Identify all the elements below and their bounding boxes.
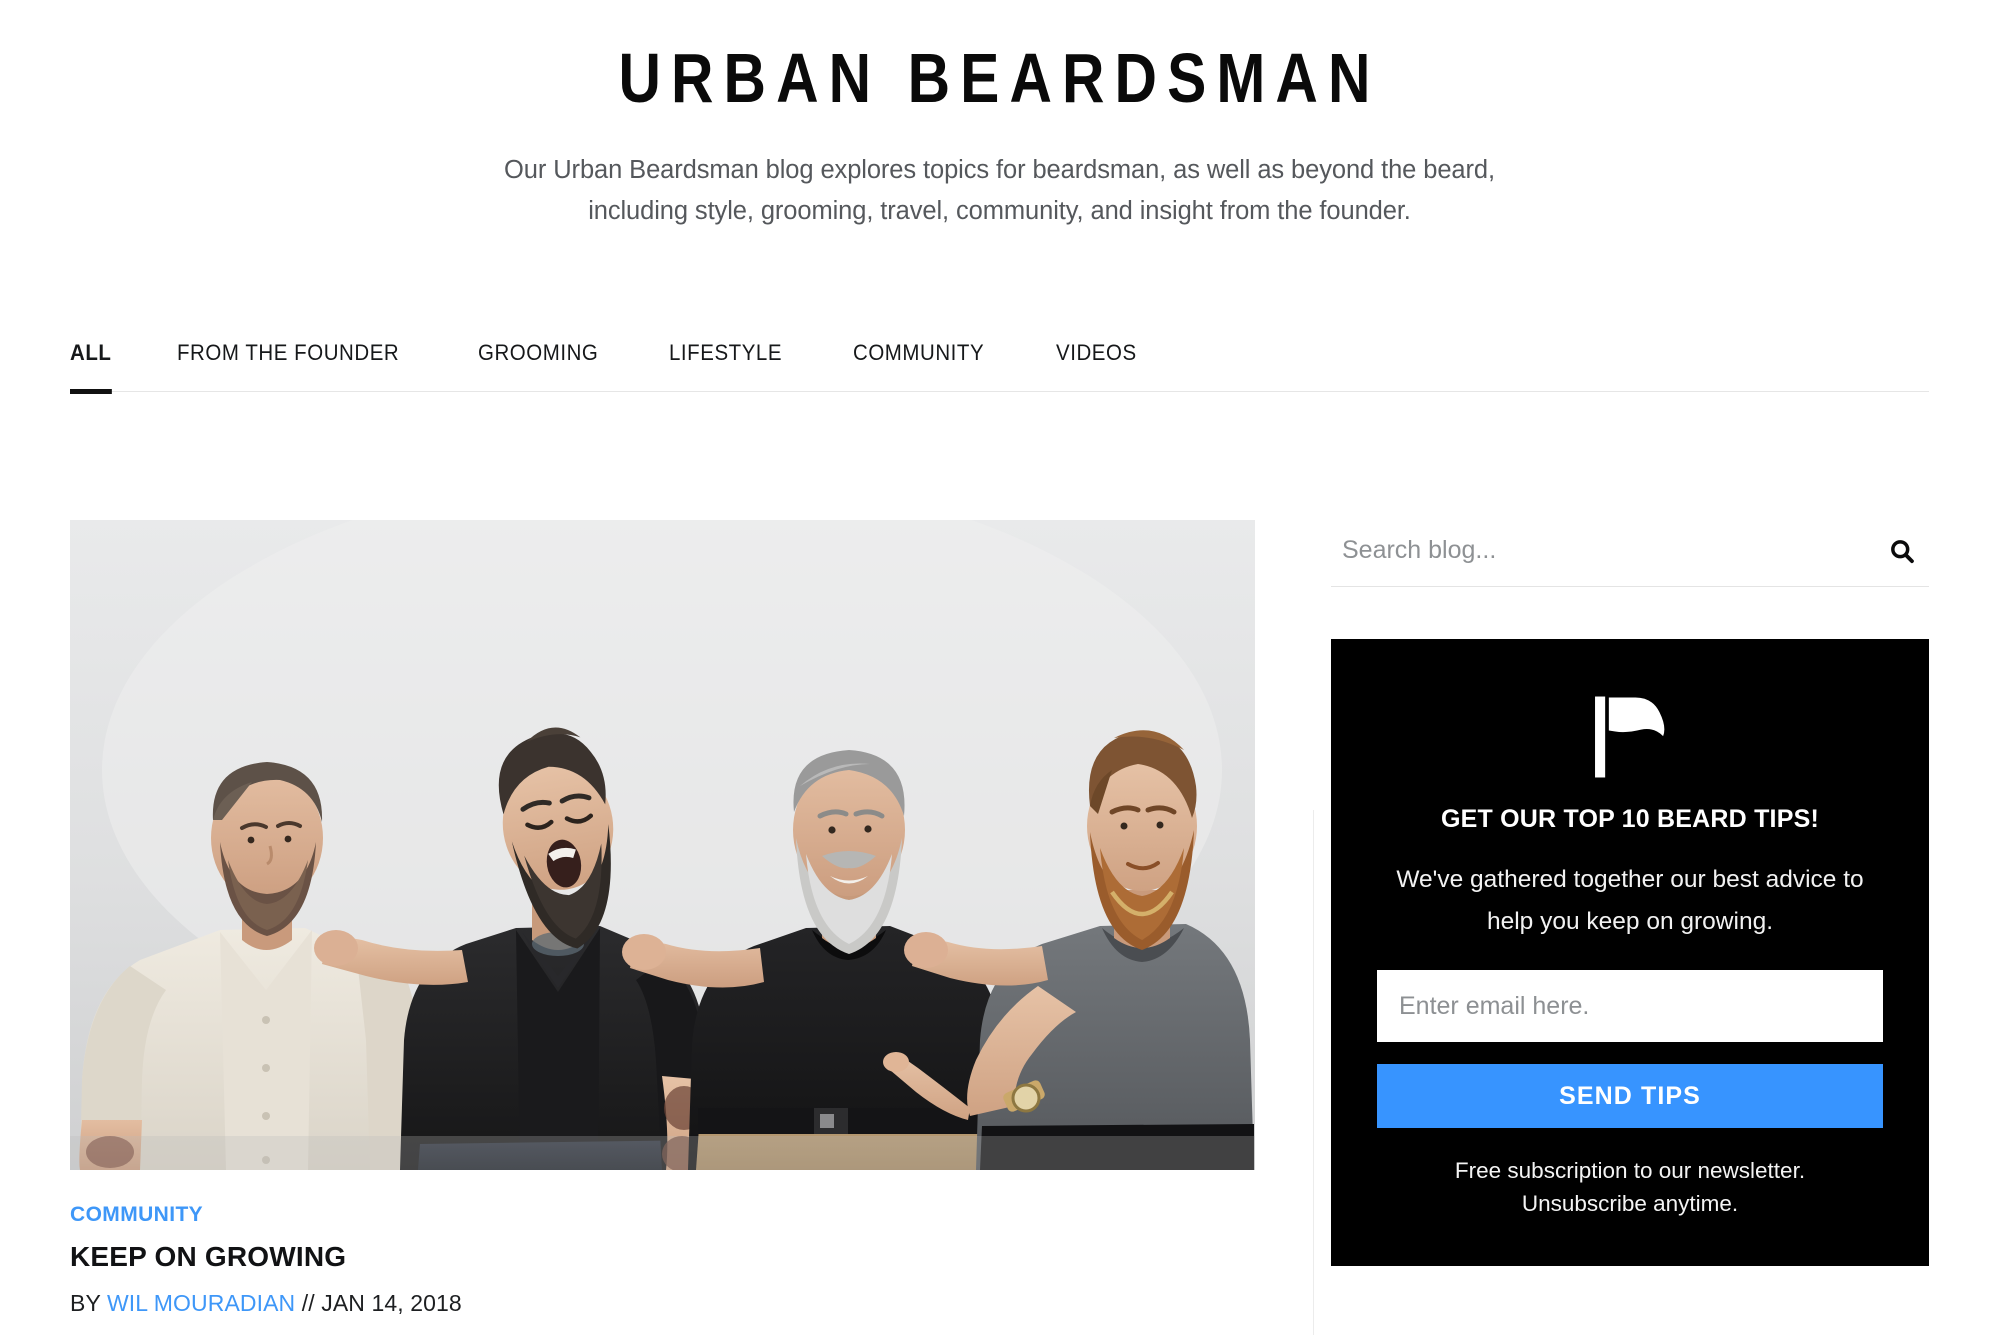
- article-title-link[interactable]: KEEP ON GROWING: [70, 1241, 1255, 1273]
- search-input[interactable]: [1331, 535, 1875, 571]
- flag-icon: [1595, 696, 1665, 778]
- tab-videos[interactable]: VIDEOS: [1056, 340, 1137, 391]
- tab-all[interactable]: ALL: [70, 340, 112, 394]
- newsletter-fineprint-line-1: Free subscription to our newsletter.: [1454, 1158, 1806, 1183]
- category-tabs: ALL FROM THE FOUNDER GROOMING LIFESTYLE …: [70, 330, 1929, 394]
- tab-grooming[interactable]: GROOMING: [478, 340, 598, 391]
- article-featured-image[interactable]: [70, 520, 1255, 1170]
- tab-lifestyle[interactable]: LIFESTYLE: [669, 340, 782, 391]
- newsletter-subtext-line-1: We've gathered together our best advice …: [1396, 866, 1864, 893]
- article-category-link[interactable]: COMMUNITY: [70, 1203, 203, 1227]
- search-icon: [1890, 539, 1914, 563]
- email-field[interactable]: [1377, 970, 1883, 1042]
- tab-from-the-founder[interactable]: FROM THE FOUNDER: [177, 340, 399, 391]
- article-meta: COMMUNITY KEEP ON GROWING BY WIL MOURADI…: [70, 1170, 1255, 1317]
- article-byline: BY WIL MOURADIAN // JAN 14, 2018: [70, 1290, 1255, 1317]
- article-photo-illustration: [70, 520, 1255, 1170]
- newsletter-subtext: We've gathered together our best advice …: [1377, 859, 1883, 943]
- newsletter-fineprint: Free subscription to our newsletter. Uns…: [1377, 1154, 1883, 1220]
- byline-separator: //: [301, 1290, 315, 1316]
- blog-page: URBAN BEARDSMAN Our Urban Beardsman blog…: [0, 0, 1999, 1335]
- search-button[interactable]: [1875, 526, 1929, 580]
- newsletter-fineprint-line-2: Unsubscribe anytime.: [1521, 1191, 1739, 1216]
- site-tagline: Our Urban Beardsman blog explores topics…: [0, 150, 1999, 232]
- newsletter-subtext-line-2: help you keep on growing.: [1486, 908, 1774, 935]
- category-nav: ALL FROM THE FOUNDER GROOMING LIFESTYLE …: [70, 330, 1929, 394]
- search-bar: [1331, 520, 1929, 587]
- site-tagline-line-1: Our Urban Beardsman blog explores topics…: [504, 155, 1495, 184]
- sidebar: GET OUR TOP 10 BEARD TIPS! We've gathere…: [1331, 520, 1929, 1266]
- tab-community[interactable]: COMMUNITY: [853, 340, 984, 391]
- byline-author-link[interactable]: WIL MOURADIAN: [107, 1290, 295, 1316]
- newsletter-heading: GET OUR TOP 10 BEARD TIPS!: [1441, 805, 1819, 833]
- page-title: URBAN BEARDSMAN: [618, 39, 1381, 117]
- site-header: URBAN BEARDSMAN Our Urban Beardsman blog…: [0, 0, 1999, 232]
- content-area: COMMUNITY KEEP ON GROWING BY WIL MOURADI…: [0, 520, 1999, 1335]
- main-column: COMMUNITY KEEP ON GROWING BY WIL MOURADI…: [70, 520, 1255, 1317]
- newsletter-signup-panel: GET OUR TOP 10 BEARD TIPS! We've gathere…: [1331, 639, 1929, 1266]
- send-tips-button[interactable]: SEND TIPS: [1377, 1064, 1883, 1128]
- article-date: JAN 14, 2018: [321, 1290, 462, 1316]
- site-tagline-line-2: including style, grooming, travel, commu…: [588, 196, 1411, 225]
- sidebar-divider: [1313, 810, 1314, 1335]
- byline-prefix: BY: [70, 1290, 101, 1316]
